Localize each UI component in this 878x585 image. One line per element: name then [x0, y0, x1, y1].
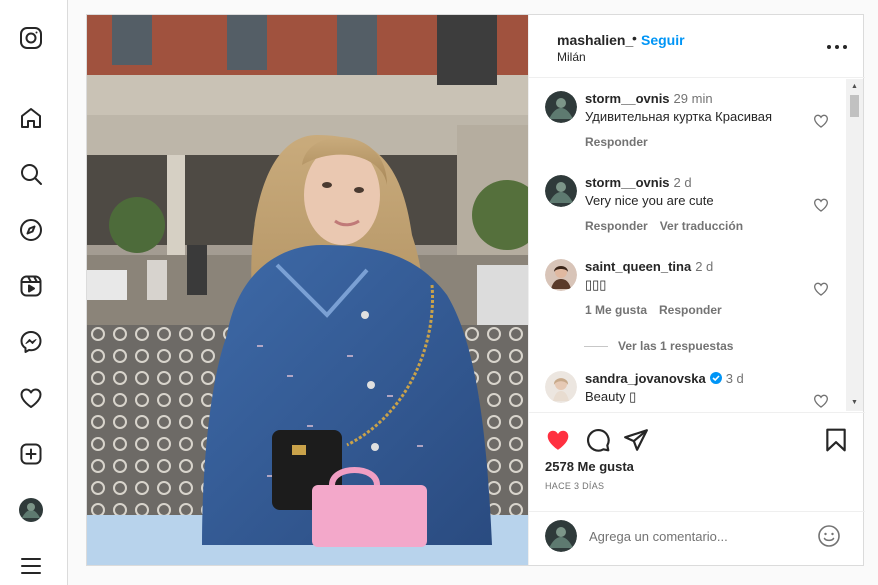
comment-like-count[interactable]: 1 Me gusta — [585, 303, 647, 317]
post-location[interactable]: Milán — [557, 50, 586, 64]
comment-item: storm__ovnis 29 min Удивительная куртка К… — [545, 91, 845, 161]
scroll-down-arrow-icon[interactable]: ▼ — [850, 398, 859, 408]
add-comment-bar — [529, 511, 865, 565]
like-heart-icon[interactable] — [545, 427, 571, 453]
comment-icon[interactable] — [585, 427, 611, 453]
emoji-icon[interactable] — [817, 524, 841, 548]
comment-input[interactable] — [589, 524, 799, 548]
comment-time: 3 d — [725, 371, 744, 386]
profile-avatar[interactable] — [0, 492, 62, 528]
comment-username[interactable]: sandra_jovanovska 3 d — [585, 371, 744, 386]
replies-divider — [584, 345, 608, 347]
left-nav — [0, 0, 68, 585]
comment-actions: 1 Me gusta Responder — [585, 303, 734, 317]
post-header: mashalien_ • Seguir Milán — [529, 15, 865, 78]
post-author-username[interactable]: mashalien_ — [557, 32, 633, 48]
reply-button[interactable]: Responder — [585, 135, 648, 149]
menu-icon[interactable] — [0, 548, 62, 584]
comment-like-icon[interactable] — [813, 393, 829, 409]
post-modal: mashalien_ • Seguir Milán storm__ovnis 29… — [86, 14, 865, 566]
scroll-up-arrow-icon[interactable]: ▲ — [850, 82, 859, 92]
instagram-icon[interactable] — [0, 20, 62, 56]
reply-button[interactable]: Responder — [585, 219, 648, 233]
current-user-avatar — [545, 520, 577, 552]
comment-item: saint_queen_tina 2 d ▯▯▯ 1 Me gusta Respon… — [545, 259, 845, 329]
comment-text: Very nice you are cute — [585, 193, 714, 208]
search-icon[interactable] — [0, 156, 62, 192]
comments-scrollbar[interactable]: ▲ ▼ — [846, 79, 863, 411]
comment-avatar[interactable] — [545, 371, 577, 403]
comment-avatar[interactable] — [545, 259, 577, 291]
comment-item: sandra_jovanovska 3 d Beauty ▯ — [545, 371, 845, 411]
view-replies-button[interactable]: Ver las 1 respuestas — [584, 339, 733, 353]
reply-button[interactable]: Responder — [659, 303, 722, 317]
like-count[interactable]: 2578 Me gusta — [545, 459, 634, 474]
comment-time: 2 d — [695, 259, 714, 274]
post-photo[interactable] — [87, 15, 528, 565]
share-icon[interactable] — [623, 427, 649, 453]
comment-avatar[interactable] — [545, 91, 577, 123]
explore-icon[interactable] — [0, 212, 62, 248]
comment-username[interactable]: storm__ovnis 2 d — [585, 175, 692, 190]
post-photo-illustration — [87, 15, 528, 565]
verified-badge-icon — [709, 372, 722, 384]
save-bookmark-icon[interactable] — [823, 427, 849, 453]
comment-actions: Responder Ver traducción — [585, 219, 755, 233]
separator-dot: • — [632, 30, 637, 46]
comments-list[interactable]: storm__ovnis 29 min Удивительная куртка К… — [529, 79, 865, 411]
scroll-thumb[interactable] — [850, 95, 859, 117]
comment-like-icon[interactable] — [813, 281, 829, 297]
post-side-panel: mashalien_ • Seguir Milán storm__ovnis 29… — [528, 15, 865, 565]
create-icon[interactable] — [0, 436, 62, 472]
view-replies-label: Ver las 1 respuestas — [618, 339, 734, 353]
comment-text: Удивительная куртка Красивая — [585, 109, 773, 124]
post-actions: 2578 Me gusta HACE 3 DÍAS — [529, 412, 865, 510]
notifications-heart-icon[interactable] — [0, 380, 62, 416]
comment-actions: Responder — [585, 135, 660, 149]
post-date: HACE 3 DÍAS — [545, 481, 605, 491]
comment-username[interactable]: storm__ovnis 29 min — [585, 91, 713, 106]
comment-text: ▯▯▯ — [585, 277, 607, 292]
comment-like-icon[interactable] — [813, 113, 829, 129]
more-options-icon[interactable] — [825, 42, 849, 52]
comment-username[interactable]: saint_queen_tina 2 d — [585, 259, 713, 274]
follow-button[interactable]: Seguir — [641, 32, 685, 48]
see-translation-button[interactable]: Ver traducción — [660, 219, 743, 233]
home-icon[interactable] — [0, 100, 62, 136]
reels-icon[interactable] — [0, 268, 62, 304]
comment-item: storm__ovnis 2 d Very nice you are cute R… — [545, 175, 845, 245]
comment-time: 29 min — [673, 91, 713, 106]
comment-text: Beauty ▯ — [585, 389, 637, 404]
comment-time: 2 d — [673, 175, 692, 190]
comment-avatar[interactable] — [545, 175, 577, 207]
messenger-icon[interactable] — [0, 324, 62, 360]
comment-like-icon[interactable] — [813, 197, 829, 213]
